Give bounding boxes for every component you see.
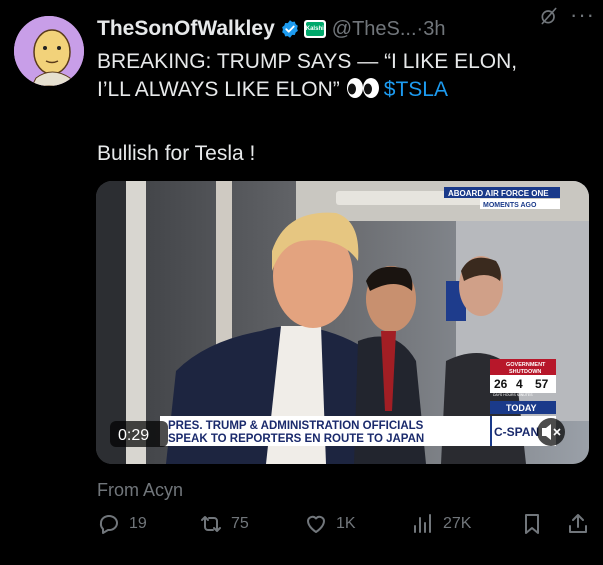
video-duration: 0:29 [118, 427, 149, 444]
mute-icon[interactable] [537, 418, 565, 446]
shutdown-label-1: GOVERNMENT [506, 362, 546, 368]
lower-third-line2: SPEAK TO REPORTERS EN ROUTE TO JAPAN [168, 433, 424, 445]
share-icon [569, 514, 587, 533]
share-button[interactable] [566, 512, 590, 536]
lower-third-line1: PRES. TRUMP & ADMINISTRATION OFFICIALS [168, 420, 424, 432]
like-button[interactable]: 1K [304, 512, 356, 536]
video-player[interactable]: ABOARD AIR FORCE ONE MOMENTS AGO GOVERNM… [96, 181, 589, 464]
counter-units: DAYS HOURS MINUTES [493, 393, 533, 397]
cashtag-link[interactable]: $TSLA [384, 78, 448, 101]
avatar[interactable] [14, 16, 84, 86]
repost-count: 75 [231, 515, 249, 532]
reply-button[interactable]: 19 [97, 512, 147, 536]
avatar-image [14, 16, 84, 86]
tweet-body-paragraph: Bullish for Tesla ! [97, 142, 256, 165]
bookmark-icon [525, 514, 539, 534]
views-count: 27K [443, 515, 472, 532]
like-count: 1K [336, 515, 356, 532]
video-frame: ABOARD AIR FORCE ONE MOMENTS AGO GOVERNM… [96, 181, 589, 464]
tweet-text-line-1: BREAKING: TRUMP SAYS — “I LIKE ELON, [97, 50, 518, 73]
views-icon [414, 514, 431, 533]
network-logo: C-SPAN [494, 425, 539, 439]
like-icon [307, 515, 325, 533]
counter-minutes: 57 [535, 377, 549, 391]
views-button[interactable]: 27K [411, 512, 471, 536]
overlay-top-line1: ABOARD AIR FORCE ONE [448, 189, 549, 198]
bookmark-button[interactable] [520, 512, 544, 536]
tweet-time[interactable]: 3h [423, 18, 445, 40]
repost-icon [201, 516, 221, 532]
tweet-quote: I’LL ALWAYS LIKE ELON” [97, 78, 340, 101]
eyes-emoji-icon [346, 78, 379, 98]
affiliate-badge-icon[interactable]: Kalshi [303, 20, 326, 38]
tweet-header: TheSonOfWalkley Kalshi @TheS...·3h [97, 14, 593, 44]
repost-button[interactable]: 75 [199, 512, 249, 536]
grok-icon[interactable] [539, 6, 559, 26]
author-name[interactable]: TheSonOfWalkley [97, 17, 275, 41]
today-label: TODAY [506, 403, 537, 413]
handle-text: @TheS... [331, 17, 417, 40]
reply-count: 19 [129, 515, 147, 532]
tweet-text-line-2: I’LL ALWAYS LIKE ELON” $TSLA [97, 76, 587, 104]
reply-icon [99, 515, 118, 534]
affiliate-badge-label: Kalshi [305, 22, 324, 36]
more-icon[interactable]: ··· [570, 2, 595, 28]
verified-badge-icon [281, 20, 298, 38]
counter-days: 26 [494, 377, 508, 391]
shutdown-label-2: SHUTDOWN [509, 369, 541, 375]
author-handle[interactable]: @TheS...·3h [332, 18, 446, 41]
tweet-text: BREAKING: TRUMP SAYS — “I LIKE ELON, I’L… [97, 48, 587, 104]
action-bar: 19 75 1K 27K [97, 512, 592, 542]
counter-hours: 4 [516, 377, 523, 391]
media-attribution[interactable]: From Acyn [97, 480, 183, 501]
overlay-top-line2: MOMENTS AGO [483, 202, 537, 209]
